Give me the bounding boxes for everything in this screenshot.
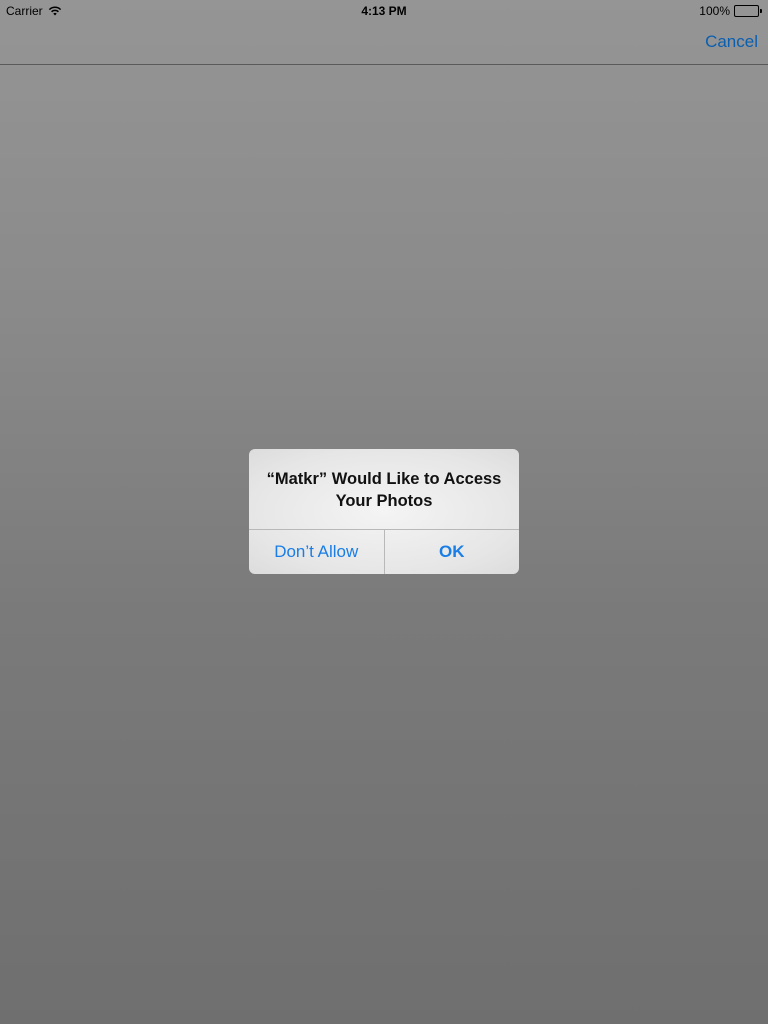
screen: Carrier 4:13 PM 100% Cancel “Matkr” Woul… <box>0 0 768 1024</box>
status-right: 100% <box>699 4 762 18</box>
alert-buttons: Don’t Allow OK <box>249 529 519 574</box>
dont-allow-button[interactable]: Don’t Allow <box>249 530 384 574</box>
battery-icon <box>734 5 762 17</box>
status-time: 4:13 PM <box>361 4 407 18</box>
navigation-bar: Cancel <box>0 22 768 65</box>
cancel-button[interactable]: Cancel <box>705 32 758 52</box>
ok-button[interactable]: OK <box>385 530 520 574</box>
battery-percent: 100% <box>699 4 730 18</box>
photos-permission-alert: “Matkr” Would Like to Access Your Photos… <box>249 449 519 574</box>
status-bar: Carrier 4:13 PM 100% <box>0 0 768 22</box>
alert-title: “Matkr” Would Like to Access Your Photos <box>266 470 502 510</box>
